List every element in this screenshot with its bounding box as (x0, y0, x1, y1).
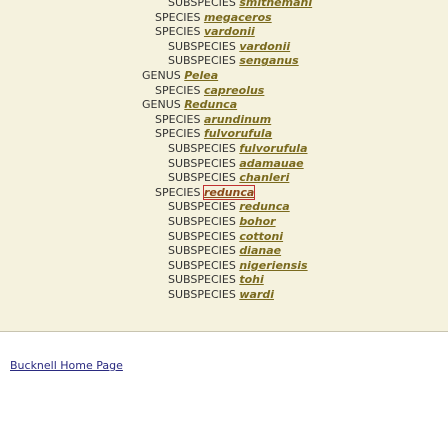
tree-row-subspecies-wardi: SUBSPECIES wardi (168, 288, 274, 302)
taxonomy-tree-panel: SUBSPECIES smithemani SPECIES megaceros SP… (0, 0, 448, 331)
tree-row-subspecies-redunca: SUBSPECIES redunca (168, 200, 290, 214)
bucknell-home-link[interactable]: Bucknell Home Page (10, 359, 123, 373)
rank-label: SUBSPECIES (168, 288, 236, 301)
tree-row-species-vardonii: SPECIES vardonii (155, 25, 255, 39)
tree-row-subspecies-vardonii: SUBSPECIES vardonii (168, 40, 290, 54)
taxon-link-senganus[interactable]: senganus (239, 54, 298, 67)
taxon-link-arundinum[interactable]: arundinum (204, 113, 271, 126)
tree-row-genus-pelea: GENUS Pelea (142, 69, 218, 83)
rank-label: SPECIES (155, 83, 201, 97)
taxon-link-redunca[interactable]: redunca (202, 184, 256, 200)
rank-label: SUBSPECIES (168, 229, 236, 243)
rank-label: SUBSPECIES (168, 258, 236, 272)
tree-row-subspecies-bohor: SUBSPECIES bohor (168, 215, 276, 229)
rank-label: SUBSPECIES (168, 156, 236, 170)
tree-row-subspecies-senganus: SUBSPECIES senganus (168, 54, 299, 68)
taxon-link-capreolus[interactable]: capreolus (204, 84, 264, 97)
taxon-link-fulvorufula[interactable]: fulvorufula (239, 142, 307, 155)
tree-row-genus-redunca: GENUS Redunca (142, 98, 237, 112)
rank-label: GENUS (142, 98, 181, 112)
rank-label: SPECIES (155, 127, 201, 141)
tree-row-subspecies-dianae: SUBSPECIES dianae (168, 244, 281, 258)
taxon-link-redunca[interactable]: redunca (239, 200, 289, 213)
tree-row-species-redunca: SPECIES redunca (155, 184, 256, 200)
tree-row-species-megaceros: SPECIES megaceros (155, 11, 272, 25)
taxon-link-redunca[interactable]: Redunca (184, 98, 237, 111)
rank-label: SUBSPECIES (168, 273, 236, 287)
divider (0, 331, 448, 332)
rank-label: SUBSPECIES (168, 244, 236, 258)
rank-label: SPECIES (155, 10, 201, 24)
tree-row-species-capreolus: SPECIES capreolus (155, 84, 264, 98)
rank-label: SUBSPECIES (168, 0, 236, 9)
taxon-link-bohor[interactable]: bohor (239, 215, 275, 228)
tree-row-subspecies-smithemani: SUBSPECIES smithemani (168, 0, 312, 10)
taxon-link-vardonii[interactable]: vardonii (204, 25, 255, 38)
tree-row-subspecies-adamauae: SUBSPECIES adamauae (168, 157, 304, 171)
rank-label: SUBSPECIES (168, 171, 236, 185)
tree-row-subspecies-nigeriensis: SUBSPECIES nigeriensis (168, 259, 308, 273)
taxon-link-dianae[interactable]: dianae (239, 244, 281, 257)
taxon-link-smithemani[interactable]: smithemani (239, 0, 312, 9)
taxon-link-pelea[interactable]: Pelea (184, 69, 218, 82)
rank-label: GENUS (142, 69, 181, 82)
tree-row-species-fulvorufula: SPECIES fulvorufula (155, 127, 272, 141)
tree-row-subspecies-tohi: SUBSPECIES tohi (168, 273, 264, 287)
rank-label: SPECIES (155, 185, 201, 199)
taxon-link-wardi[interactable]: wardi (239, 288, 274, 301)
tree-row-subspecies-chanleri: SUBSPECIES chanleri (168, 171, 289, 185)
tree-row-species-arundinum: SPECIES arundinum (155, 113, 271, 127)
taxon-link-cottoni[interactable]: cottoni (239, 230, 283, 243)
rank-label: SUBSPECIES (168, 200, 236, 214)
rank-label: SUBSPECIES (168, 39, 236, 53)
rank-label: SUBSPECIES (168, 142, 236, 155)
rank-label: SPECIES (155, 112, 201, 126)
rank-label: SPECIES (155, 25, 201, 39)
taxon-link-adamauae[interactable]: adamauae (239, 157, 303, 170)
taxon-link-nigeriensis[interactable]: nigeriensis (239, 259, 307, 272)
rank-label: SUBSPECIES (168, 215, 236, 228)
taxon-link-tohi[interactable]: tohi (239, 273, 263, 286)
taxon-link-vardonii[interactable]: vardonii (239, 40, 290, 53)
tree-row-subspecies-fulvorufula: SUBSPECIES fulvorufula (168, 142, 308, 156)
taxon-link-chanleri[interactable]: chanleri (239, 171, 289, 184)
rank-label: SUBSPECIES (168, 54, 236, 68)
tree-row-subspecies-cottoni: SUBSPECIES cottoni (168, 230, 283, 244)
taxon-link-fulvorufula[interactable]: fulvorufula (204, 127, 272, 140)
taxon-link-megaceros[interactable]: megaceros (204, 11, 272, 24)
